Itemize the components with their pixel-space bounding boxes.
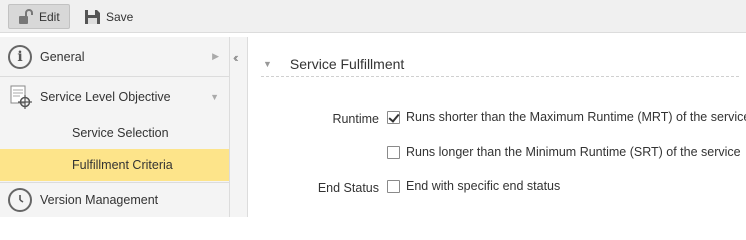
section-header[interactable]: ▼ Service Fulfillment <box>261 51 739 77</box>
runtime-min-checkbox[interactable] <box>387 145 400 159</box>
sidebar: i General ▶ Service Level Objective ▼ Se… <box>0 37 230 217</box>
save-button[interactable]: Save <box>82 4 142 29</box>
sidebar-item-label: Version Management <box>40 193 159 207</box>
floppy-disk-icon <box>84 9 102 25</box>
runtime-min-option-label: Runs longer than the Minimum Runtime (SR… <box>406 145 741 159</box>
sidebar-item-version-management[interactable]: Version Management <box>0 182 229 217</box>
sidebar-item-label: Service Level Objective <box>40 90 171 104</box>
sidebar-item-service-level-objective[interactable]: Service Level Objective ▼ <box>0 78 229 116</box>
edit-button-label: Edit <box>39 9 60 24</box>
chevron-down-icon: ▼ <box>210 92 219 102</box>
collapse-triangle-icon: ▼ <box>263 58 272 69</box>
toolbar: Edit Save <box>0 0 746 33</box>
runtime-min-option[interactable]: Runs longer than the Minimum Runtime (SR… <box>387 145 741 159</box>
end-status-checkbox[interactable] <box>387 179 400 193</box>
clock-icon <box>8 188 32 212</box>
sidebar-item-label: Fulfillment Criteria <box>72 158 173 172</box>
unlock-icon <box>17 8 35 25</box>
sidebar-item-label: General <box>40 49 85 64</box>
chevron-right-icon: ▶ <box>212 51 219 61</box>
runtime-max-checkbox[interactable] <box>387 110 400 124</box>
main-content: ▼ Service Fulfillment Runtime Runs short… <box>249 37 746 217</box>
edit-button[interactable]: Edit <box>8 4 70 29</box>
save-button-label: Save <box>106 9 134 24</box>
runtime-max-option[interactable]: Runs shorter than the Maximum Runtime (M… <box>387 110 746 124</box>
document-target-icon <box>10 85 32 109</box>
end-status-option[interactable]: End with specific end status <box>387 179 560 193</box>
end-status-label: End Status <box>317 181 379 195</box>
end-status-option-label: End with specific end status <box>406 179 561 193</box>
sidebar-item-service-selection[interactable]: Service Selection <box>0 117 229 149</box>
sidebar-item-label: Service Selection <box>72 126 169 140</box>
info-icon: i <box>8 44 32 69</box>
runtime-max-option-label: Runs shorter than the Maximum Runtime (M… <box>406 110 746 124</box>
sidebar-item-fulfillment-criteria[interactable]: Fulfillment Criteria <box>0 149 229 181</box>
double-chevron-left-icon: ‹‹ <box>233 50 238 65</box>
runtime-label: Runtime <box>332 112 379 126</box>
sidebar-item-general[interactable]: i General ▶ <box>0 37 229 77</box>
section-title: Service Fulfillment <box>289 55 405 72</box>
sidebar-collapse-handle[interactable]: ‹‹ <box>230 37 248 217</box>
